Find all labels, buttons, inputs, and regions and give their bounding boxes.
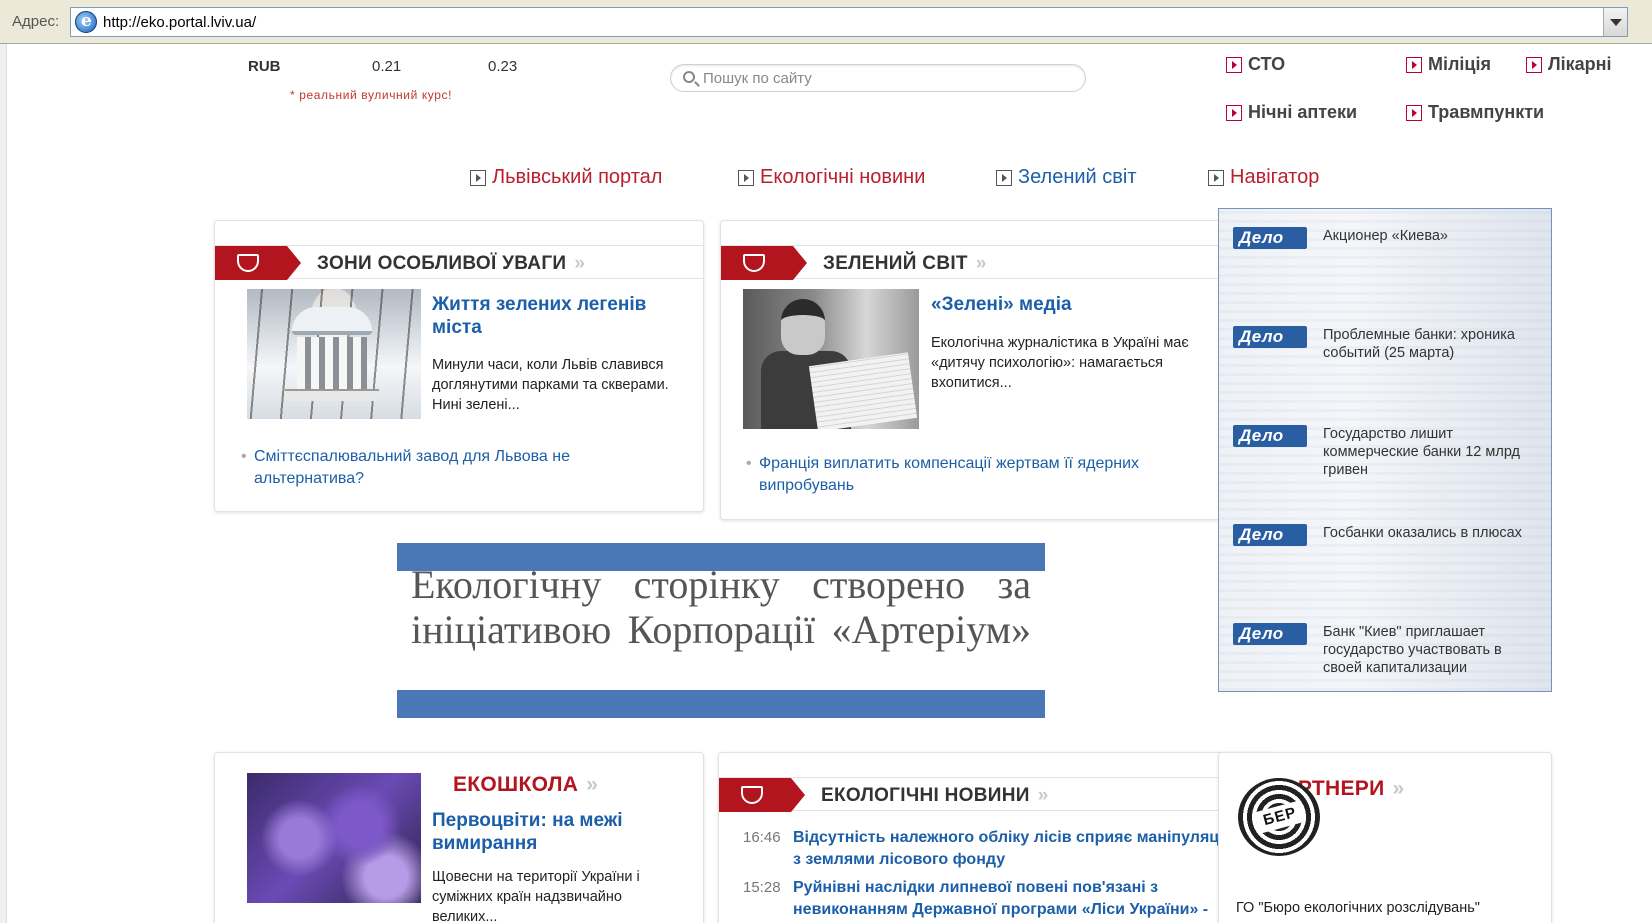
delo-logo: Дело (1233, 227, 1307, 249)
gazebo-photo[interactable] (247, 289, 421, 419)
quick-link-sto[interactable]: СТО (1226, 54, 1285, 75)
partner-logo[interactable]: БЕР (1238, 778, 1320, 856)
card-title[interactable]: ЕКОЛОГІЧНІ НОВИНИ» (821, 785, 1049, 807)
arrow-box-icon (738, 169, 754, 186)
delo-news-title[interactable]: Госбанки оказались в плюсах (1323, 524, 1522, 546)
quick-link-militsiia[interactable]: Міліція (1406, 54, 1491, 75)
reader-photo[interactable] (743, 289, 919, 429)
eco-school-card: ЕКОШКОЛА» Первоцвіти: на межі вимирання … (214, 752, 704, 923)
address-label: Адрес: (12, 13, 60, 30)
article-headline[interactable]: Життя зелених легенів міста (432, 293, 692, 339)
arrow-box-icon (1226, 104, 1242, 121)
shield-icon (741, 786, 763, 804)
delo-news-title[interactable]: Акционер «Киева» (1323, 227, 1448, 249)
delo-news-item[interactable]: Дело Акционер «Киева» (1233, 227, 1543, 249)
news-title[interactable]: Руйнівні наслідки липневої повені пов'яз… (793, 877, 1253, 921)
window-edge (0, 44, 7, 923)
delo-logo: Дело (1233, 326, 1307, 348)
card-title[interactable]: ЕКОШКОЛА» (453, 773, 598, 797)
nav-navigator[interactable]: Навігатор (1208, 166, 1319, 189)
currency-note: * реальний вуличний курс! (290, 88, 453, 102)
article-teaser: Екологічна журналістика в Україні має «д… (931, 335, 1189, 391)
card-header: ЗЕЛЕНИЙ СВІТ» (721, 245, 1275, 280)
delo-news-panel: Дело Акционер «Киева» Дело Проблемные ба… (1218, 208, 1552, 692)
quick-link-label: Нічні аптеки (1248, 102, 1358, 122)
partner-caption[interactable]: ГО "Бюро екологічних розслідувань" (1236, 900, 1480, 916)
shield-icon (237, 254, 259, 272)
article-link[interactable]: Франція виплатить компенсації жертвам її… (746, 453, 1219, 497)
arrow-box-icon (470, 169, 486, 186)
nav-green-world[interactable]: Зелений світ (996, 166, 1137, 189)
search-icon (683, 71, 695, 83)
delo-news-item[interactable]: Дело Проблемные банки: хроника событий (… (1233, 326, 1543, 362)
url-field[interactable]: http://eko.portal.lviv.ua/ (70, 7, 1628, 37)
arrow-box-icon (1406, 104, 1422, 121)
delo-logo: Дело (1233, 623, 1307, 645)
card-header: ЗОНИ ОСОБЛИВОЇ УВАГИ» (215, 245, 703, 280)
address-bar: Адрес: http://eko.portal.lviv.ua/ (0, 0, 1652, 44)
url-text[interactable]: http://eko.portal.lviv.ua/ (103, 14, 256, 31)
card-header: ЕКОЛОГІЧНІ НОВИНИ» (719, 777, 1275, 812)
double-chevron-icon: » (574, 253, 586, 274)
news-time: 16:46 (743, 829, 781, 846)
quick-link-nichni-apteky[interactable]: Нічні аптеки (1226, 102, 1357, 123)
partner-logo-text: БЕР (1253, 800, 1307, 834)
nav-label: Зелений світ (1018, 166, 1137, 188)
search-input[interactable] (703, 68, 1073, 88)
url-dropdown-button[interactable] (1603, 8, 1627, 36)
banner-bar-bottom (397, 690, 1045, 718)
section-flag (721, 246, 807, 280)
sponsor-banner-text[interactable]: Екологічну сторінку створено за ініціати… (397, 562, 1045, 652)
green-world-card: ЗЕЛЕНИЙ СВІТ» «Зелені» медіа Екологічна … (720, 220, 1276, 520)
quick-link-label: Міліція (1428, 54, 1491, 74)
nav-label: Львівський портал (492, 166, 663, 188)
double-chevron-icon: » (586, 773, 599, 796)
arrow-box-icon (1208, 169, 1224, 186)
delo-logo: Дело (1233, 524, 1307, 546)
zones-card: ЗОНИ ОСОБЛИВОЇ УВАГИ» Життя зелених леге… (214, 220, 704, 512)
quick-link-likarni[interactable]: Лікарні (1526, 54, 1612, 75)
quick-link-label: Лікарні (1548, 54, 1612, 74)
delo-news-title[interactable]: Банк "Киев" приглашает государство участ… (1323, 623, 1543, 677)
delo-logo: Дело (1233, 425, 1307, 447)
quick-link-label: Травмпункти (1428, 102, 1545, 122)
delo-news-item[interactable]: Дело Банк "Киев" приглашает государство … (1233, 623, 1543, 677)
nav-lviv-portal[interactable]: Львівський портал (470, 166, 662, 189)
crocus-photo[interactable] (247, 773, 421, 903)
nav-label: Навігатор (1230, 166, 1320, 188)
double-chevron-icon: » (1037, 785, 1049, 806)
news-time: 15:28 (743, 879, 781, 896)
arrow-box-icon (1526, 56, 1542, 73)
article-teaser: Щовесни на території України і суміжних … (432, 869, 640, 923)
nav-label: Екологічні новини (760, 166, 926, 188)
arrow-box-icon (1226, 56, 1242, 73)
delo-news-item[interactable]: Дело Государство лишит коммерческие банк… (1233, 425, 1543, 479)
article-headline[interactable]: «Зелені» медіа (931, 293, 1261, 316)
delo-news-title[interactable]: Проблемные банки: хроника событий (25 ма… (1323, 326, 1543, 362)
currency-code: RUB (248, 58, 281, 75)
eco-news-card: ЕКОЛОГІЧНІ НОВИНИ» 16:46 Відсутність нал… (718, 752, 1276, 923)
quick-link-label: СТО (1248, 54, 1286, 74)
section-flag (215, 246, 301, 280)
double-chevron-icon: » (975, 253, 987, 274)
news-title[interactable]: Відсутність належного обліку лісів сприя… (793, 827, 1253, 871)
section-flag (719, 778, 805, 812)
card-title[interactable]: ЗЕЛЕНИЙ СВІТ» (823, 253, 987, 275)
shield-icon (743, 254, 765, 272)
delo-news-title[interactable]: Государство лишит коммерческие банки 12 … (1323, 425, 1543, 479)
currency-buy: 0.21 (372, 58, 402, 75)
ie-page-icon (75, 11, 97, 33)
currency-sell: 0.23 (488, 58, 518, 75)
arrow-box-icon (996, 169, 1012, 186)
quick-link-travmpunkty[interactable]: Травмпункти (1406, 102, 1544, 123)
delo-news-item[interactable]: Дело Госбанки оказались в плюсах (1233, 524, 1543, 546)
double-chevron-icon: » (1392, 777, 1405, 800)
article-headline[interactable]: Первоцвіти: на межі вимирання (432, 809, 692, 855)
nav-eco-news[interactable]: Екологічні новини (738, 166, 925, 189)
site-search[interactable] (670, 64, 1086, 92)
article-teaser: Минули часи, коли Львів славився догляну… (432, 357, 669, 413)
article-link[interactable]: Сміттєспалювальний завод для Львова не а… (241, 446, 654, 490)
card-title[interactable]: ЗОНИ ОСОБЛИВОЇ УВАГИ» (317, 253, 585, 275)
arrow-box-icon (1406, 56, 1422, 73)
